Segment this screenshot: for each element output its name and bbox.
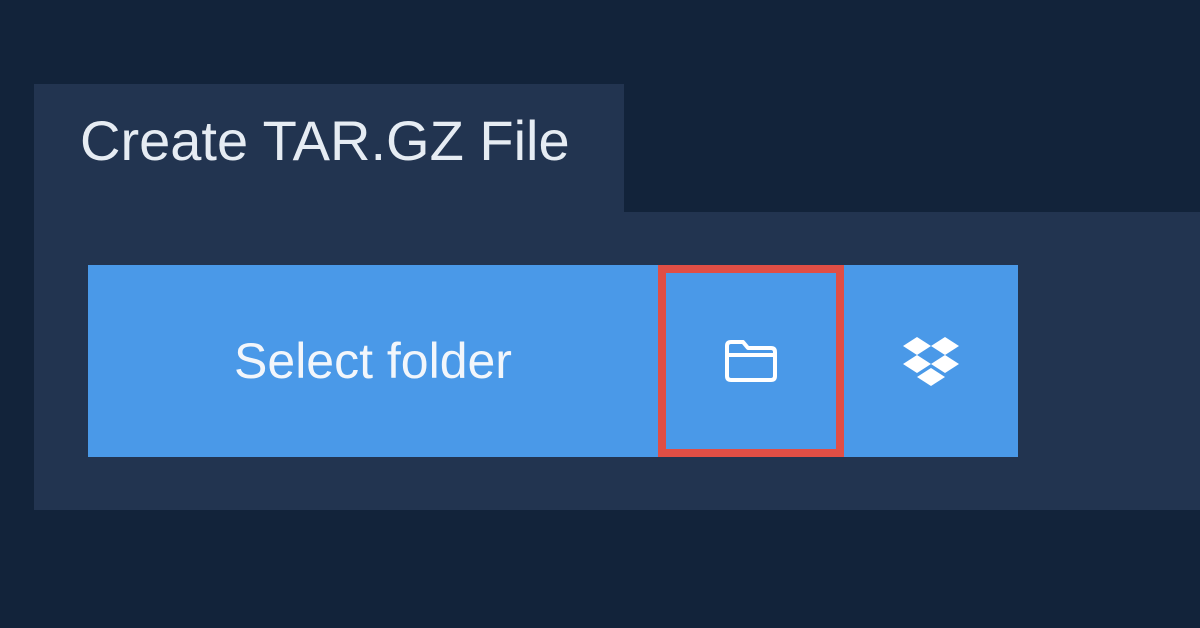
- file-source-button-group: Select folder: [88, 265, 1018, 457]
- folder-icon: [723, 338, 779, 384]
- select-folder-label: Select folder: [234, 333, 512, 389]
- folder-button[interactable]: [658, 265, 844, 457]
- panel-header-tab: Create TAR.GZ File: [34, 84, 624, 214]
- dropbox-button[interactable]: [844, 265, 1018, 457]
- dropbox-icon: [902, 335, 960, 387]
- panel-title: Create TAR.GZ File: [80, 109, 570, 172]
- select-folder-button[interactable]: Select folder: [88, 265, 658, 457]
